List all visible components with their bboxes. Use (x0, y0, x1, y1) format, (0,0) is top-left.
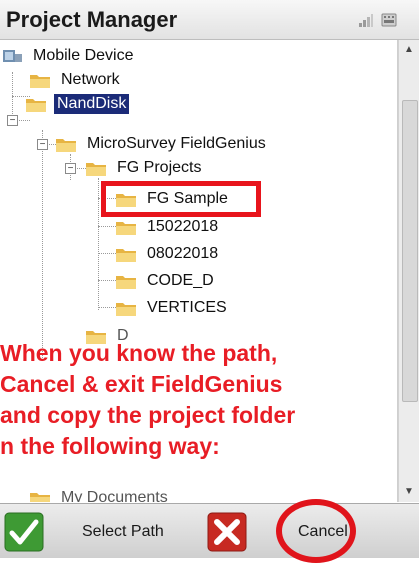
folder-icon (116, 249, 136, 262)
tree-item-fg-projects[interactable]: FG Projects (84, 156, 204, 180)
tree-item-label: 08022018 (147, 245, 219, 262)
tree-item-label: FG Projects (117, 159, 202, 176)
instruction-line: and copy the project folder (0, 402, 296, 428)
scrollbar-thumb[interactable] (402, 100, 418, 402)
highlight-circle (276, 499, 356, 563)
tree-item-label: MicroSurvey FieldGenius (87, 135, 266, 152)
folder-icon (116, 222, 136, 235)
tree-item-label: 15022018 (147, 218, 219, 235)
instruction-line: n the following way: (0, 433, 220, 459)
instruction-line: Cancel & exit FieldGenius (0, 371, 283, 397)
folder-icon (30, 493, 50, 502)
select-path-button[interactable]: Select Path (82, 523, 164, 541)
folder-icon (86, 163, 106, 176)
tree-item-label: Network (61, 71, 120, 88)
tree-item-my-documents[interactable]: My Documents (28, 486, 171, 502)
folder-icon (30, 75, 50, 88)
tree-item-08022018[interactable]: 08022018 (114, 242, 221, 266)
instruction-text: When you know the path, Cancel & exit Fi… (0, 338, 397, 462)
folder-icon (116, 303, 136, 316)
instruction-line: When you know the path, (0, 340, 278, 366)
tree-item-vertices[interactable]: VERTICES (114, 296, 230, 320)
folder-icon (116, 276, 136, 289)
cancel-x-icon[interactable] (207, 512, 247, 552)
tree-item-label: NandDisk (54, 94, 130, 114)
tree-item-microsurvey[interactable]: MicroSurvey FieldGenius (54, 132, 269, 156)
collapse-toggle-nanddisk[interactable]: − (7, 115, 18, 126)
device-icon (3, 50, 22, 62)
folder-icon (26, 99, 46, 112)
tree-item-nanddisk[interactable]: NandDisk (24, 92, 130, 116)
window-title: Project Manager (6, 7, 178, 32)
collapse-toggle-fg-projects[interactable]: − (65, 163, 76, 174)
tree-item-mobile-device[interactable]: Mobile Device (2, 44, 136, 68)
collapse-toggle-microsurvey[interactable]: − (37, 139, 48, 150)
checkmark-icon[interactable] (4, 512, 44, 552)
vertical-scrollbar[interactable]: ▲ ▼ (398, 40, 419, 502)
tree-item-label: My Documents (61, 489, 168, 502)
highlight-box (101, 181, 261, 217)
tree-item-label: VERTICES (147, 299, 227, 316)
scroll-down-arrow-icon[interactable]: ▼ (401, 484, 417, 500)
bottom-toolbar: Select Path Cancel (0, 503, 419, 558)
tree-item-network[interactable]: Network (28, 68, 123, 92)
title-bar: Project Manager (0, 0, 419, 40)
tree-item-15022018[interactable]: 15022018 (114, 215, 221, 239)
folder-icon (56, 139, 76, 152)
scroll-up-arrow-icon[interactable]: ▲ (401, 42, 417, 58)
signal-icon (359, 14, 373, 27)
keyboard-icon[interactable] (381, 12, 397, 28)
tree-item-code-d[interactable]: CODE_D (114, 269, 217, 293)
tree-item-label: CODE_D (147, 272, 214, 289)
tree-item-label: Mobile Device (33, 47, 134, 64)
